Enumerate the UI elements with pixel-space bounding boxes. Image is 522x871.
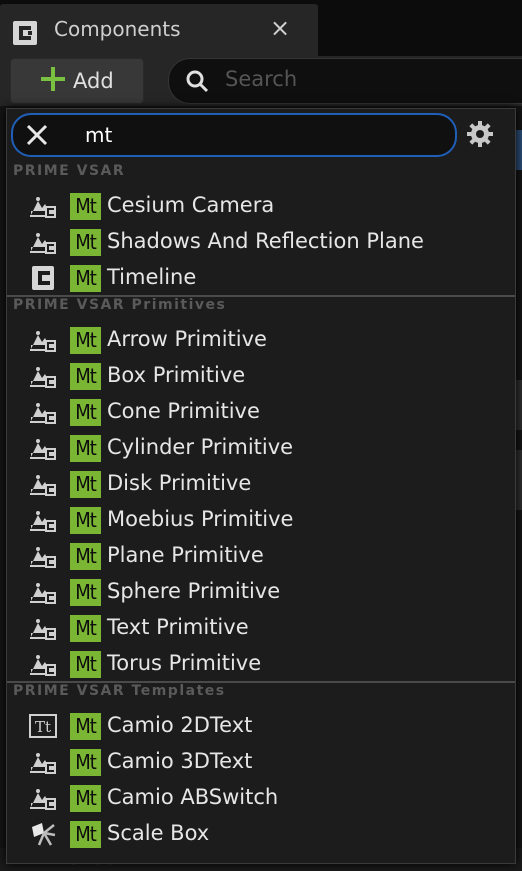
menu-item-label: Text Primitive bbox=[107, 615, 249, 639]
match-highlight: Mt bbox=[70, 265, 101, 292]
menu-item-label: Cesium Camera bbox=[107, 193, 275, 217]
filter-value: mt bbox=[85, 123, 113, 147]
tab-bar: Components × bbox=[0, 0, 522, 56]
menu-item-label: Arrow Primitive bbox=[107, 327, 267, 351]
menu-item[interactable]: Mt Scale Box bbox=[7, 817, 515, 851]
menu-item[interactable]: Mt Torus Primitive bbox=[7, 647, 515, 681]
search-icon bbox=[186, 70, 209, 93]
menu-item[interactable]: Mt Text Primitive bbox=[7, 611, 515, 645]
match-highlight: Mt bbox=[70, 193, 101, 220]
actor-component-icon bbox=[30, 197, 56, 218]
match-highlight: Mt bbox=[70, 229, 101, 256]
match-highlight: Mt bbox=[70, 543, 101, 570]
menu-item[interactable]: Mt Camio ABSwitch bbox=[7, 781, 515, 815]
gear-icon[interactable] bbox=[465, 119, 495, 149]
category-header: PRIME VSAR Templates bbox=[13, 683, 226, 699]
actor-component-icon bbox=[30, 475, 56, 496]
actor-component-icon bbox=[30, 547, 56, 568]
menu-item-label: Cylinder Primitive bbox=[107, 435, 294, 459]
add-label: Add bbox=[73, 69, 114, 93]
match-highlight: Mt bbox=[70, 749, 101, 776]
text-icon: Tt bbox=[29, 714, 57, 738]
menu-item[interactable]: Mt Cone Primitive bbox=[7, 395, 515, 429]
add-component-menu: mt PRIME VSAR Mt Cesium Camera Mt Shadows An… bbox=[6, 108, 516, 864]
component-icon bbox=[32, 266, 54, 290]
match-highlight: Mt bbox=[70, 435, 101, 462]
match-highlight: Mt bbox=[70, 327, 101, 354]
actor-component-icon bbox=[30, 439, 56, 460]
category-header: PRIME VSAR bbox=[13, 163, 126, 179]
search-input[interactable]: Search bbox=[168, 58, 522, 104]
menu-item[interactable]: Mt Arrow Primitive bbox=[7, 323, 515, 357]
menu-item[interactable]: Mt Cylinder Primitive bbox=[7, 431, 515, 465]
menu-item-label: Camio 2DText bbox=[107, 713, 253, 737]
plus-icon bbox=[41, 67, 65, 91]
match-highlight: Mt bbox=[70, 507, 101, 534]
tab-title: Components bbox=[54, 17, 181, 41]
actor-component-icon bbox=[30, 655, 56, 676]
tab-components[interactable]: Components × bbox=[0, 4, 318, 56]
menu-item-label: Moebius Primitive bbox=[107, 507, 294, 531]
menu-item[interactable]: Mt Cesium Camera bbox=[7, 189, 515, 223]
actor-component-icon bbox=[30, 403, 56, 424]
menu-item-label: Plane Primitive bbox=[107, 543, 264, 567]
menu-item-label: Scale Box bbox=[107, 821, 210, 845]
menu-item[interactable]: Tt Mt Camio 2DText bbox=[7, 709, 515, 743]
filter-input[interactable]: mt bbox=[11, 113, 457, 157]
menu-item-label: Shadows And Reflection Plane bbox=[107, 229, 424, 253]
add-component-button[interactable]: Add bbox=[10, 58, 144, 104]
close-icon[interactable] bbox=[25, 123, 49, 147]
category-header: PRIME VSAR Primitives bbox=[13, 297, 227, 313]
menu-item[interactable]: Mt Sphere Primitive bbox=[7, 575, 515, 609]
close-tab-button[interactable]: × bbox=[270, 14, 290, 42]
match-highlight: Mt bbox=[70, 471, 101, 498]
actor-component-icon bbox=[30, 583, 56, 604]
actor-component-icon bbox=[30, 619, 56, 640]
menu-item[interactable]: Mt Camio 3DText bbox=[7, 745, 515, 779]
menu-item-label: Camio 3DText bbox=[107, 749, 253, 773]
menu-item-label: Timeline bbox=[107, 265, 197, 289]
scale-box-icon bbox=[32, 823, 56, 846]
menu-item-label: Disk Primitive bbox=[107, 471, 252, 495]
actor-component-icon bbox=[30, 789, 56, 810]
menu-item-label: Torus Primitive bbox=[107, 651, 262, 675]
search-placeholder: Search bbox=[225, 67, 298, 91]
menu-item[interactable]: Mt Plane Primitive bbox=[7, 539, 515, 573]
match-highlight: Mt bbox=[70, 785, 101, 812]
component-icon bbox=[13, 21, 37, 45]
match-highlight: Mt bbox=[70, 651, 101, 678]
match-highlight: Mt bbox=[70, 399, 101, 426]
match-highlight: Mt bbox=[70, 615, 101, 642]
match-highlight: Mt bbox=[70, 363, 101, 390]
match-highlight: Mt bbox=[70, 821, 101, 848]
menu-item[interactable]: Mt Shadows And Reflection Plane bbox=[7, 225, 515, 259]
menu-item[interactable]: Mt Moebius Primitive bbox=[7, 503, 515, 537]
actor-component-icon bbox=[30, 753, 56, 774]
menu-item-label: Box Primitive bbox=[107, 363, 246, 387]
actor-component-icon bbox=[30, 367, 56, 388]
match-highlight: Mt bbox=[70, 713, 101, 740]
menu-item-label: Camio ABSwitch bbox=[107, 785, 279, 809]
actor-component-icon bbox=[30, 331, 56, 352]
actor-component-icon bbox=[30, 233, 56, 254]
menu-item[interactable]: Mt Timeline bbox=[7, 261, 515, 295]
toolbar: Add Search bbox=[0, 56, 522, 106]
text-icon-glyph: Tt bbox=[35, 718, 51, 736]
actor-component-icon bbox=[30, 511, 56, 532]
menu-item[interactable]: Mt Box Primitive bbox=[7, 359, 515, 393]
menu-item-label: Sphere Primitive bbox=[107, 579, 281, 603]
match-highlight: Mt bbox=[70, 579, 101, 606]
menu-item-label: Cone Primitive bbox=[107, 399, 260, 423]
menu-item[interactable]: Mt Disk Primitive bbox=[7, 467, 515, 501]
